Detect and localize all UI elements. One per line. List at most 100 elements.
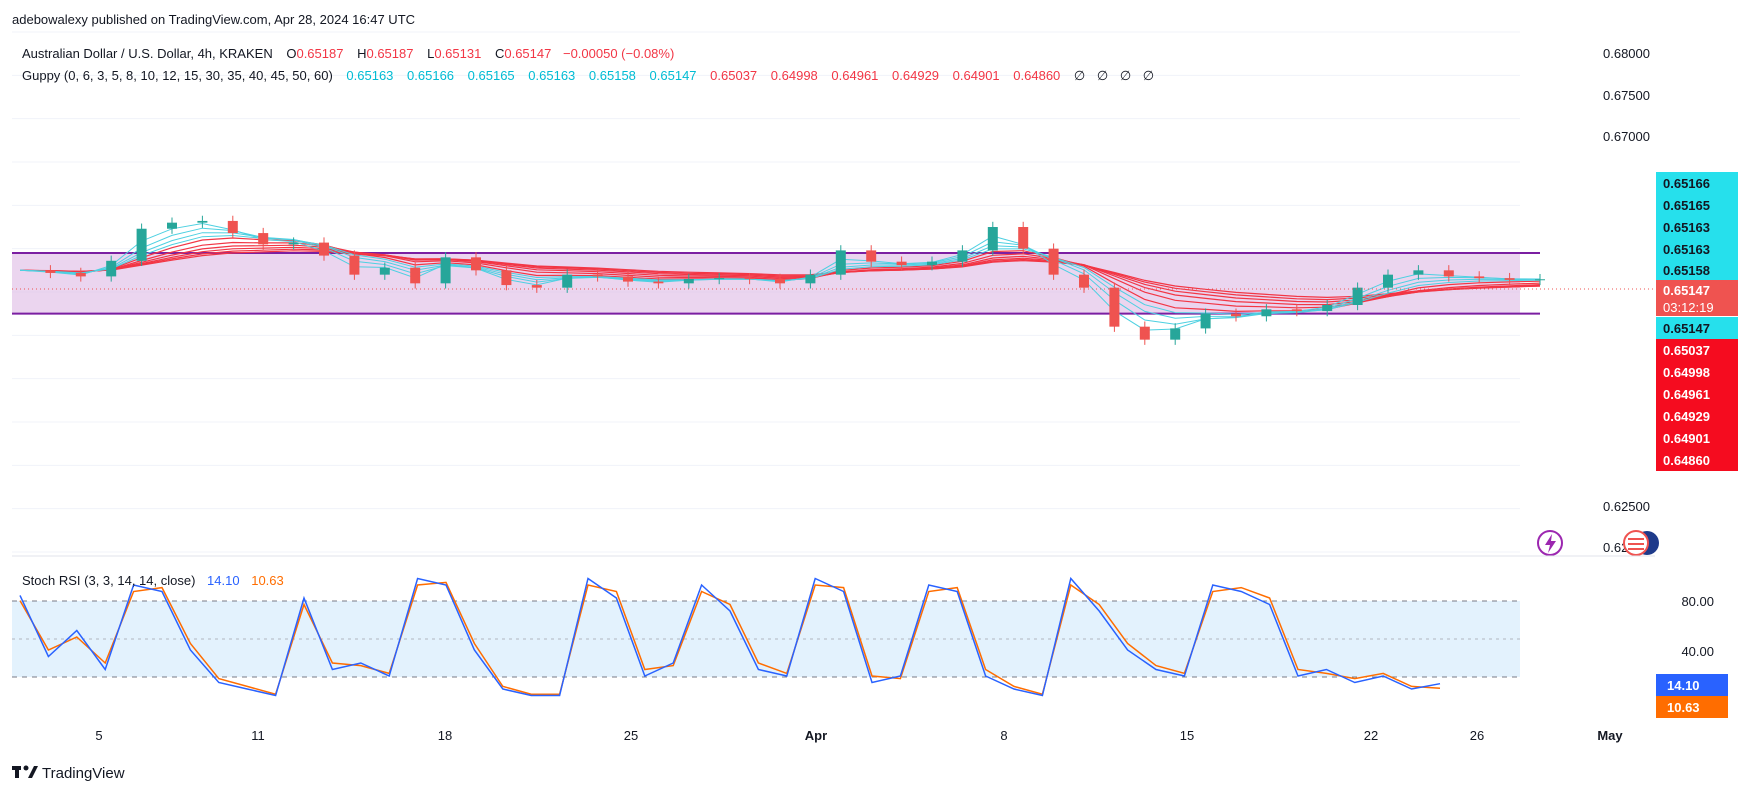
candle-body bbox=[623, 276, 633, 282]
candle-body bbox=[562, 274, 573, 288]
guppy-empty-2: ∅ bbox=[1097, 68, 1108, 83]
candle-body bbox=[866, 250, 877, 262]
price-tick: 0.67500 bbox=[1603, 88, 1650, 103]
candle-body bbox=[987, 227, 998, 251]
candle-body bbox=[531, 285, 542, 288]
price-tick: 0.68000 bbox=[1603, 46, 1650, 61]
candle-body bbox=[288, 242, 299, 245]
price-badges: 0.65166 0.65165 0.65163 0.65163 0.65158 … bbox=[1656, 172, 1738, 471]
candle-body bbox=[714, 278, 725, 280]
rsi-k-badge: 14.10 bbox=[1667, 678, 1700, 693]
last-price-badge: 0.65147 bbox=[1663, 283, 1710, 298]
fast-badge: 0.65163 bbox=[1663, 220, 1710, 235]
guppy-fast-4: 0.65163 bbox=[528, 68, 575, 83]
date-label: 22 bbox=[1364, 728, 1378, 743]
slow-badge: 0.64860 bbox=[1663, 453, 1710, 468]
guppy-slow-6: 0.64860 bbox=[1013, 68, 1060, 83]
date-label: 11 bbox=[251, 728, 265, 743]
candle-body bbox=[379, 267, 390, 275]
date-label: Apr bbox=[805, 728, 827, 743]
change-value: −0.00050 (−0.08%) bbox=[563, 46, 674, 61]
open-label: O bbox=[286, 46, 296, 61]
rsi-label: Stoch RSI (3, 3, 14, 14, close) bbox=[22, 573, 195, 588]
candle-body bbox=[106, 260, 117, 277]
currency-flags-icon[interactable] bbox=[1623, 530, 1659, 556]
candle-body bbox=[1079, 274, 1089, 288]
candle-body bbox=[683, 279, 694, 284]
rsi-d-value: 10.63 bbox=[251, 573, 284, 588]
candle-body bbox=[319, 242, 329, 256]
candle-body bbox=[471, 257, 481, 271]
date-label: May bbox=[1597, 728, 1623, 743]
candle-body bbox=[1352, 287, 1363, 305]
price-axis[interactable]: 0.68000 0.67500 0.67000 0.62500 0.62000 bbox=[1603, 46, 1650, 555]
date-label: 25 bbox=[624, 728, 638, 743]
open-value: 0.65187 bbox=[296, 46, 343, 61]
date-label: 5 bbox=[95, 728, 102, 743]
guppy-empty-4: ∅ bbox=[1143, 68, 1154, 83]
candle-body bbox=[1291, 309, 1302, 312]
candle-body bbox=[775, 279, 785, 284]
fast-badge: 0.65163 bbox=[1663, 242, 1710, 257]
candle-body bbox=[1018, 227, 1029, 249]
tradingview-logo-icon[interactable] bbox=[12, 765, 38, 779]
slow-badge: 0.64929 bbox=[1663, 409, 1710, 424]
rsi-tick: 80.00 bbox=[1681, 594, 1714, 609]
candle-body bbox=[1474, 276, 1485, 279]
slow-badge: 0.64961 bbox=[1663, 387, 1710, 402]
candle-body bbox=[1535, 279, 1545, 281]
candle-body bbox=[592, 274, 603, 277]
candle-body bbox=[167, 222, 177, 229]
date-label: 15 bbox=[1180, 728, 1194, 743]
price-tick: 0.67000 bbox=[1603, 129, 1650, 144]
guppy-empty-1: ∅ bbox=[1074, 68, 1085, 83]
brand-name: TradingView bbox=[42, 765, 125, 782]
low-value: 0.65131 bbox=[434, 46, 481, 61]
slow-badge: 0.65037 bbox=[1663, 343, 1710, 358]
date-label: 8 bbox=[1000, 728, 1007, 743]
candle-body bbox=[896, 261, 907, 266]
fast-badge: 0.65147 bbox=[1663, 321, 1710, 336]
fast-badge: 0.65158 bbox=[1663, 263, 1710, 278]
guppy-slow-4: 0.64929 bbox=[892, 68, 939, 83]
guppy-slow-3: 0.64961 bbox=[831, 68, 878, 83]
candle-body bbox=[258, 233, 269, 245]
slow-badge: 0.64901 bbox=[1663, 431, 1710, 446]
guppy-legend[interactable]: Guppy (0, 6, 3, 5, 8, 10, 12, 15, 30, 35… bbox=[22, 68, 1154, 83]
candle-body bbox=[1231, 313, 1241, 317]
guppy-slow-1: 0.65037 bbox=[710, 68, 757, 83]
low-label: L bbox=[427, 46, 434, 61]
rsi-tick: 40.00 bbox=[1681, 644, 1714, 659]
candle-body bbox=[1261, 309, 1272, 317]
candle-body bbox=[957, 250, 968, 262]
guppy-fast-2: 0.65166 bbox=[407, 68, 454, 83]
rsi-k-value: 14.10 bbox=[207, 573, 240, 588]
candle-body bbox=[1413, 270, 1424, 275]
candle-body bbox=[227, 220, 238, 234]
close-label: C bbox=[495, 46, 504, 61]
candle-body bbox=[1504, 278, 1515, 280]
guppy-fast-6: 0.65147 bbox=[650, 68, 697, 83]
candle-body bbox=[1170, 328, 1181, 340]
candle-body bbox=[501, 270, 512, 286]
rsi-d-badge: 10.63 bbox=[1667, 700, 1700, 715]
date-label: 26 bbox=[1470, 728, 1484, 743]
chart-canvas: adebowalexy published on TradingView.com… bbox=[12, 12, 1738, 782]
candle-body bbox=[1443, 270, 1454, 277]
candle-body bbox=[349, 255, 360, 275]
symbol-name: Australian Dollar / U.S. Dollar, 4h, KRA… bbox=[22, 46, 273, 61]
rsi-axis[interactable]: 80.00 40.00 bbox=[1681, 594, 1714, 659]
guppy-fast-3: 0.65165 bbox=[468, 68, 515, 83]
candle-body bbox=[75, 272, 86, 277]
fast-badge: 0.65165 bbox=[1663, 198, 1710, 213]
fast-badge: 0.65166 bbox=[1663, 176, 1710, 191]
candle-body bbox=[1200, 313, 1211, 329]
candle-body bbox=[197, 220, 208, 223]
time-axis[interactable]: 5 11 18 25 Apr 8 15 22 26 May bbox=[95, 728, 1623, 743]
slow-badge: 0.64998 bbox=[1663, 365, 1710, 380]
alert-lightning-icon[interactable] bbox=[1537, 530, 1563, 556]
guppy-empty-3: ∅ bbox=[1120, 68, 1131, 83]
guppy-slow-5: 0.64901 bbox=[953, 68, 1000, 83]
candle-body bbox=[45, 270, 56, 273]
candle-body bbox=[744, 278, 755, 280]
